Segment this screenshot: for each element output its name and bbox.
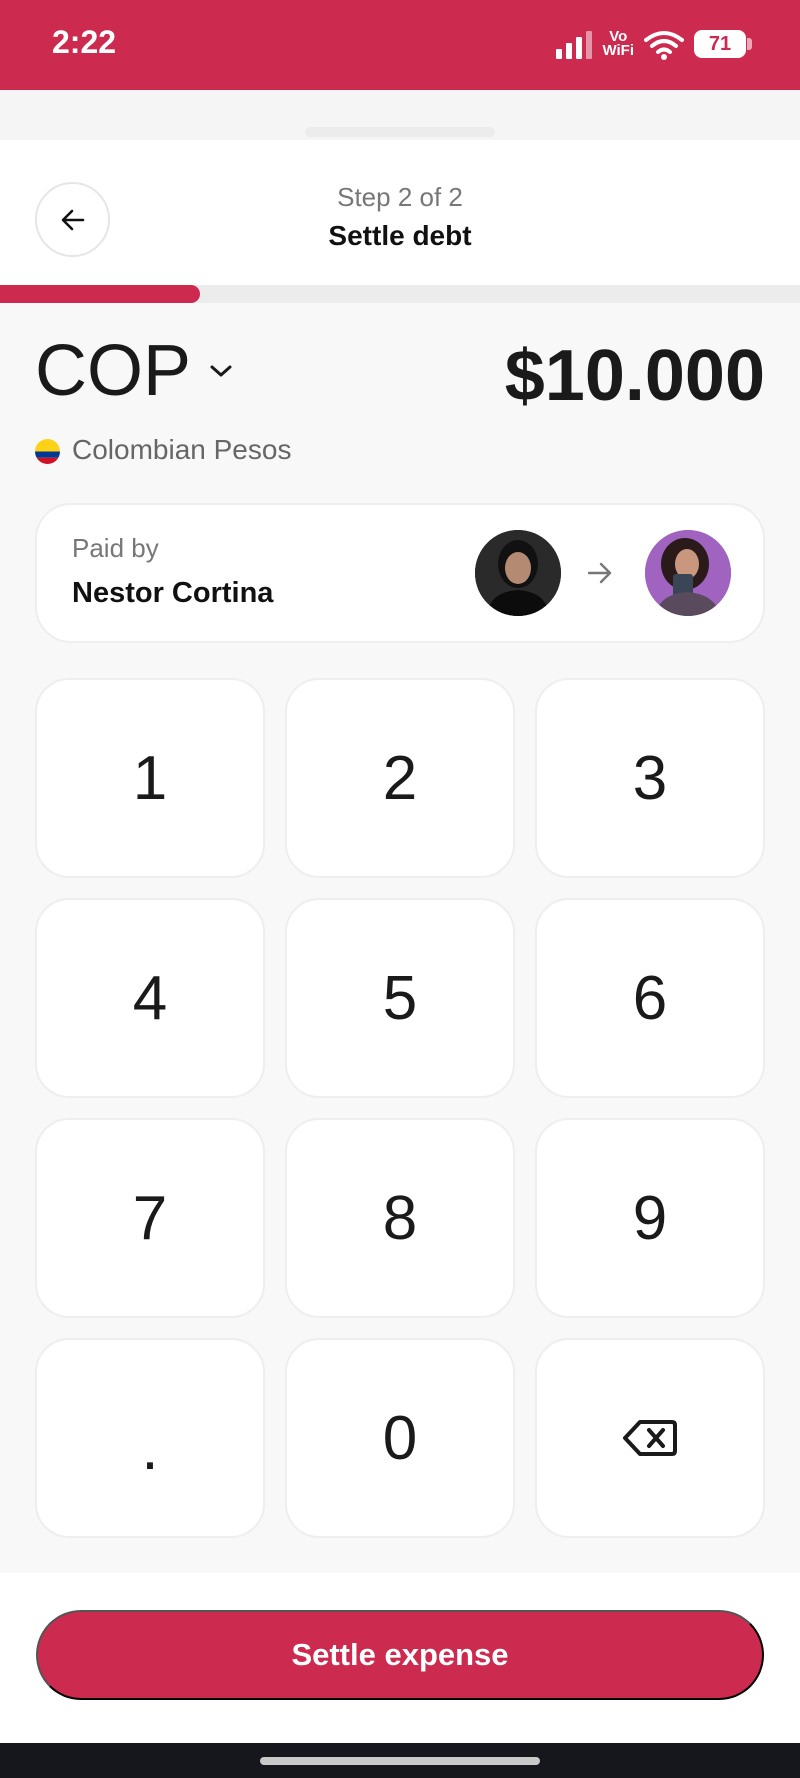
key-1[interactable]: 1	[35, 678, 265, 878]
status-bar: 2:22 Vo WiFi 71	[0, 0, 800, 90]
key-5[interactable]: 5	[285, 898, 515, 1098]
chevron-down-icon[interactable]	[208, 362, 234, 380]
footer: Settle expense	[0, 1573, 800, 1743]
step-indicator: Step 2 of 2	[337, 182, 463, 212]
person-avatar-icon	[475, 530, 561, 616]
status-icons: Vo WiFi 71	[556, 24, 752, 64]
header: Step 2 of 2 Settle debt	[0, 140, 800, 285]
payer-card[interactable]: Paid by Nestor Cortina	[35, 503, 765, 643]
key-3[interactable]: 3	[535, 678, 765, 878]
key-7[interactable]: 7	[35, 1118, 265, 1318]
battery-icon: 71	[694, 30, 752, 58]
numeric-keypad: 1 2 3 4 5 6 7 8 9 . 0	[35, 678, 765, 1538]
key-0[interactable]: 0	[285, 1338, 515, 1538]
settle-expense-button[interactable]: Settle expense	[36, 1610, 764, 1700]
status-time: 2:22	[52, 24, 117, 60]
vowifi-icon: Vo WiFi	[602, 29, 634, 59]
progress-fill	[0, 285, 200, 303]
backspace-button[interactable]	[535, 1338, 765, 1538]
paid-by-label: Paid by	[72, 533, 159, 563]
person-avatar-icon	[645, 530, 731, 616]
key-6[interactable]: 6	[535, 898, 765, 1098]
home-indicator[interactable]	[260, 1757, 540, 1765]
signal-icon	[556, 29, 593, 59]
page-title: Settle debt	[328, 220, 472, 251]
battery-level: 71	[708, 32, 732, 55]
currency-name: Colombian Pesos	[72, 434, 292, 465]
currency-selector[interactable]: COP	[35, 330, 191, 412]
arrow-right-icon	[587, 562, 612, 584]
key-decimal[interactable]: .	[35, 1338, 265, 1538]
recipient-avatar	[645, 530, 731, 616]
key-9[interactable]: 9	[535, 1118, 765, 1318]
key-4[interactable]: 4	[35, 898, 265, 1098]
colombia-flag-icon	[35, 439, 60, 464]
key-8[interactable]: 8	[285, 1118, 515, 1318]
sheet-drag-handle[interactable]	[305, 127, 495, 137]
key-2[interactable]: 2	[285, 678, 515, 878]
payer-avatar	[475, 530, 561, 616]
backspace-icon	[623, 1420, 677, 1456]
wifi-icon	[644, 31, 684, 60]
vowifi-line2: WiFi	[602, 42, 634, 59]
system-nav-bar	[0, 1743, 800, 1778]
amount-display: $10.000	[504, 336, 765, 416]
payer-name: Nestor Cortina	[72, 577, 274, 609]
